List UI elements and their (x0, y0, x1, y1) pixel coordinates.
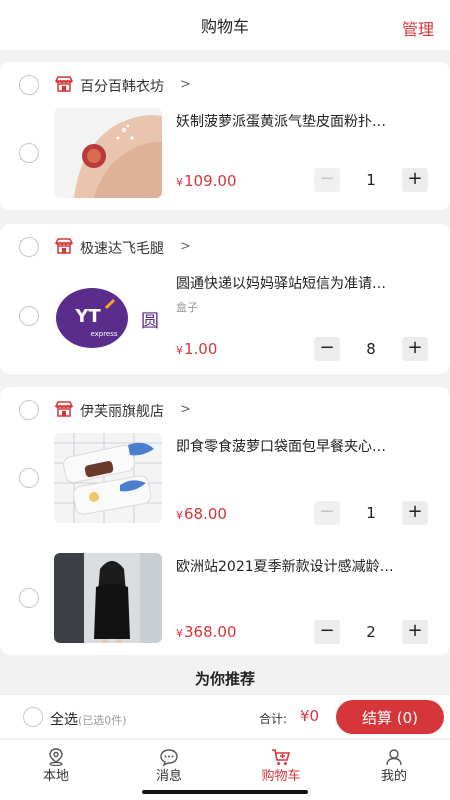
cart-item: 妖制菠萝派蛋黄派气垫皮面粉扑… ¥109.00 − 1 + (0, 108, 450, 214)
increase-quantity-button[interactable]: + (402, 501, 428, 525)
product-image[interactable] (54, 433, 162, 523)
checkout-button[interactable]: 结算 (0) (336, 700, 444, 734)
shop-select-radio[interactable] (19, 400, 39, 420)
product-price: ¥68.00 (176, 505, 227, 523)
tab-label: 购物车 (261, 769, 301, 784)
shop-card: 百分百韩衣坊 > 妖制菠萝派蛋黄派气垫皮面粉扑… ¥109.00 − 1 + (0, 62, 450, 210)
item-select-radio[interactable] (19, 306, 39, 326)
store-icon (55, 238, 73, 254)
decrease-quantity-button[interactable]: − (314, 168, 340, 192)
shop-card: 伊芙丽旗舰店 > 即食零食菠萝口袋面包早餐夹心… ¥68.00 − 1 + 欧洲… (0, 387, 450, 655)
shop-name[interactable]: 伊芙丽旗舰店 (80, 401, 164, 421)
page-title: 购物车 (200, 17, 249, 36)
user-icon (386, 749, 402, 766)
item-select-radio[interactable] (19, 143, 39, 163)
tab-label: 消息 (155, 769, 182, 784)
tab-local[interactable]: 本地 (11, 740, 101, 788)
cart-icon (272, 749, 291, 765)
item-select-radio[interactable] (19, 468, 39, 488)
shop-header[interactable]: 极速达飞毛腿 > (0, 224, 450, 270)
select-all-label[interactable]: 全选(已选0件) (50, 709, 127, 729)
logo-text: YT (74, 306, 101, 327)
store-icon (55, 401, 73, 417)
home-indicator[interactable] (142, 790, 308, 794)
manage-button[interactable]: 管理 (402, 16, 434, 40)
product-spec[interactable]: 盒子 (176, 299, 198, 315)
logo-subtext: express (90, 330, 117, 338)
tab-label: 本地 (42, 769, 69, 784)
location-pin-icon (49, 748, 63, 766)
chevron-right-icon: > (180, 239, 191, 254)
store-icon (55, 76, 73, 92)
product-image[interactable]: YT express 圆 (54, 270, 162, 360)
logo-cn-text: 圆 (141, 311, 159, 332)
chevron-right-icon: > (180, 77, 191, 92)
quantity-value[interactable]: 1 (354, 504, 388, 522)
product-image[interactable] (54, 553, 162, 643)
product-price: ¥368.00 (176, 623, 237, 641)
tab-label: 我的 (380, 769, 407, 784)
product-price: ¥109.00 (176, 172, 237, 190)
tab-messages[interactable]: 消息 (124, 740, 214, 788)
shop-name[interactable]: 极速达飞毛腿 (80, 238, 164, 258)
recommend-heading: 为你推荐 (194, 670, 255, 688)
quantity-stepper: − 1 + (314, 501, 428, 525)
cart-item: 即食零食菠萝口袋面包早餐夹心… ¥68.00 − 1 + (0, 433, 450, 539)
selected-count: (已选0件) (78, 714, 127, 727)
chevron-right-icon: > (180, 402, 191, 417)
shop-header[interactable]: 百分百韩衣坊 > (0, 62, 450, 108)
product-title[interactable]: 即食零食菠萝口袋面包早餐夹心… (176, 436, 424, 456)
shop-header[interactable]: 伊芙丽旗舰店 > (0, 387, 450, 433)
quantity-value[interactable]: 2 (354, 623, 388, 641)
quantity-value[interactable]: 8 (354, 340, 388, 358)
increase-quantity-button[interactable]: + (402, 168, 428, 192)
product-image[interactable] (54, 108, 162, 198)
product-title[interactable]: 欧洲站2021夏季新款设计感减龄… (176, 556, 424, 576)
shop-select-radio[interactable] (19, 237, 39, 257)
increase-quantity-button[interactable]: + (402, 620, 428, 644)
shop-select-radio[interactable] (19, 75, 39, 95)
quantity-value[interactable]: 1 (354, 171, 388, 189)
cart-item: YT express 圆 圆通快递以妈妈驿站短信为准请… 盒子 ¥1.00 − … (0, 266, 450, 372)
checkout-bar: 全选(已选0件) 合计: ¥0 结算 (0) (0, 694, 450, 738)
cart-item: 欧洲站2021夏季新款设计感减龄… ¥368.00 − 2 + (0, 553, 450, 659)
tab-cart[interactable]: 购物车 (236, 740, 326, 788)
top-bar: 购物车 管理 (0, 0, 450, 50)
increase-quantity-button[interactable]: + (402, 337, 428, 361)
total-label: 合计: (259, 712, 288, 726)
shop-card: 极速达飞毛腿 > YT express 圆 圆通快递以妈妈驿站短信为准请… 盒子… (0, 224, 450, 374)
product-title[interactable]: 圆通快递以妈妈驿站短信为准请… (176, 273, 424, 293)
total-value: ¥0 (300, 707, 320, 725)
product-price: ¥1.00 (176, 340, 218, 358)
decrease-quantity-button[interactable]: − (314, 337, 340, 361)
decrease-quantity-button[interactable]: − (314, 501, 340, 525)
quantity-stepper: − 2 + (314, 620, 428, 644)
select-all-radio[interactable] (23, 707, 43, 727)
quantity-stepper: − 1 + (314, 168, 428, 192)
decrease-quantity-button[interactable]: − (314, 620, 340, 644)
product-title[interactable]: 妖制菠萝派蛋黄派气垫皮面粉扑… (176, 111, 424, 131)
quantity-stepper: − 8 + (314, 337, 428, 361)
chat-bubble-icon (160, 749, 178, 766)
shop-name[interactable]: 百分百韩衣坊 (80, 76, 164, 96)
item-select-radio[interactable] (19, 588, 39, 608)
tab-profile[interactable]: 我的 (349, 740, 439, 788)
